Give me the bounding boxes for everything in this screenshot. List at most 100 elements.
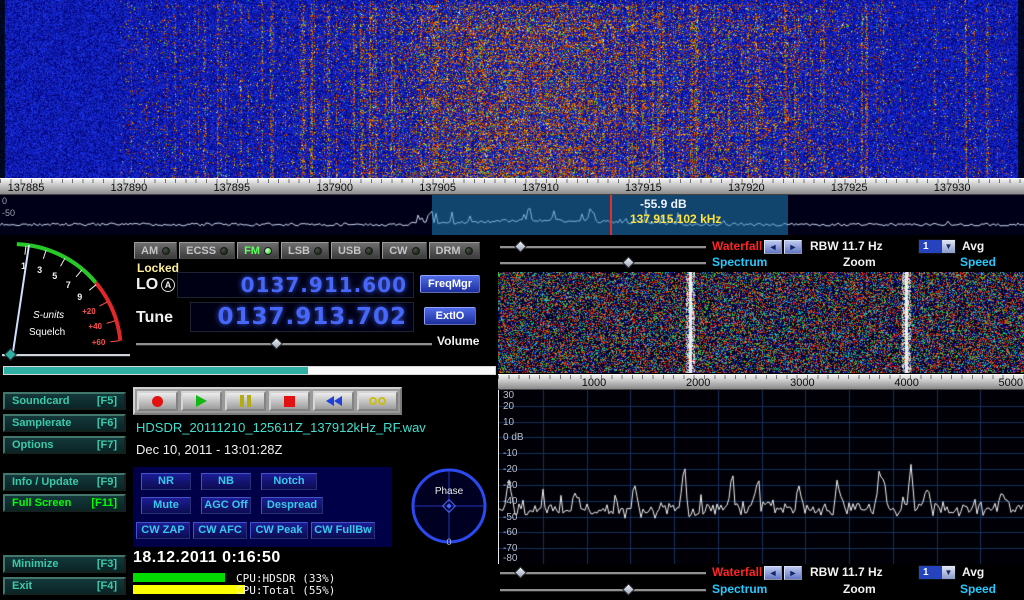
mode-button-lsb[interactable]: LSB	[281, 242, 329, 259]
mode-selector: AM ECSS FM LSB USB CW DRM	[134, 242, 480, 259]
mode-button-usb[interactable]: USB	[331, 242, 380, 259]
avg-select-bottom[interactable]: 1 ▼	[918, 565, 956, 580]
playback-progress-bar[interactable]	[3, 366, 496, 375]
freqmgr-button[interactable]: FreqMgr	[420, 275, 480, 293]
nb-button[interactable]: NB	[201, 473, 251, 490]
mute-button[interactable]: Mute	[141, 497, 191, 514]
notch-button[interactable]: Notch	[261, 473, 317, 490]
fullscreen-button[interactable]: Full Screen[F11]	[3, 494, 126, 512]
lock-badge[interactable]: A	[161, 278, 175, 292]
pan-right-button-top[interactable]: ►	[784, 240, 802, 254]
info-update-button[interactable]: Info / Update[F9]	[3, 473, 126, 491]
db-tick-label: 30	[503, 390, 514, 401]
mode-button-ecss[interactable]: ECSS	[179, 242, 235, 259]
tune-label: Tune	[136, 309, 173, 327]
pan-left-button-bottom[interactable]: ◄	[764, 566, 782, 580]
spectrum-label-top[interactable]: Spectrum	[712, 255, 767, 269]
spectrum-label-bottom[interactable]: Spectrum	[712, 582, 767, 596]
cw-peak-button[interactable]: CW Peak	[250, 522, 308, 539]
mode-label: USB	[338, 245, 361, 257]
tune-cursor-line[interactable]	[610, 195, 612, 235]
spectrum-zoom-slider-top[interactable]	[500, 257, 706, 268]
waterfall-label-top[interactable]: Waterfall	[712, 239, 762, 253]
options-button[interactable]: Options[F7]	[3, 436, 126, 454]
extio-button[interactable]: ExtIO	[424, 307, 476, 325]
waterfall-label-bottom[interactable]: Waterfall	[712, 565, 762, 579]
cw-afc-button[interactable]: CW AFC	[193, 522, 247, 539]
slider-thumb[interactable]	[515, 240, 528, 253]
spectrum-display[interactable]: 3020100 dB-10-20-30-40-50-60-70-80	[498, 390, 1024, 564]
pan-right-button-bottom[interactable]: ►	[784, 566, 802, 580]
freq-tick-label: 137905	[419, 182, 456, 194]
rbw-label-bottom: RBW 11.7 Hz	[810, 565, 883, 579]
despread-button[interactable]: Despread	[261, 497, 323, 514]
loop-icon	[369, 397, 386, 405]
waterfall-brightness-slider-top[interactable]	[500, 241, 706, 252]
mode-label: AM	[141, 245, 158, 257]
main-waterfall-display[interactable]	[0, 0, 1024, 178]
agc-off-button[interactable]: AGC Off	[201, 497, 251, 514]
wav-file-name: HDSDR_20111210_125611Z_137912kHz_RF.wav	[136, 420, 426, 435]
volume-slider-thumb[interactable]	[270, 337, 283, 350]
mode-label: CW	[389, 245, 407, 257]
spectrum-zoom-slider-bottom[interactable]	[500, 584, 706, 595]
samplerate-key: [F6]	[97, 417, 117, 429]
squelch-slider-thumb[interactable]	[4, 348, 17, 361]
avg-select-top[interactable]: 1 ▼	[918, 239, 956, 254]
cpu-hdsdr-bar	[133, 573, 225, 582]
avg-select-value: 1	[919, 240, 941, 253]
mode-button-drm[interactable]: DRM	[429, 242, 480, 259]
zoom-label-bottom: Zoom	[843, 582, 876, 596]
lo-frequency-display[interactable]: 0137.911.600	[177, 272, 414, 298]
play-button[interactable]	[181, 391, 222, 411]
minimize-button[interactable]: Minimize[F3]	[3, 555, 126, 573]
mode-led-icon	[412, 247, 420, 255]
pause-button[interactable]	[225, 391, 266, 411]
exit-button[interactable]: Exit [F4]	[3, 577, 126, 595]
volume-slider-track	[136, 343, 432, 345]
speed-label-bottom: Speed	[960, 582, 996, 596]
zoom-frequency-ruler[interactable]: 10002000300040005000	[498, 374, 1024, 390]
slider-thumb[interactable]	[622, 583, 635, 596]
soundcard-button[interactable]: Soundcard[F5]	[3, 392, 126, 410]
zoom-waterfall-display[interactable]	[498, 272, 1024, 373]
exit-key: [F4]	[97, 580, 117, 592]
caret-down-icon[interactable]: ▼	[941, 566, 955, 579]
samplerate-button[interactable]: Samplerate[F6]	[3, 414, 126, 432]
phase-label: Phase	[435, 486, 464, 497]
rewind-button[interactable]	[313, 391, 354, 411]
db-tick-label: 0 dB	[503, 432, 524, 443]
waterfall-brightness-slider-bottom[interactable]	[500, 567, 706, 578]
slider-thumb[interactable]	[622, 256, 635, 269]
exit-label: Exit	[12, 580, 32, 592]
s-units-label: S-units	[33, 310, 64, 321]
slider-thumb[interactable]	[515, 566, 528, 579]
stop-button[interactable]	[269, 391, 310, 411]
overview-spectrum[interactable]: 0 -50 -55.9 dB 137.915.102 kHz	[0, 195, 1024, 235]
volume-slider[interactable]	[136, 338, 432, 349]
pan-left-button-top[interactable]: ◄	[764, 240, 782, 254]
fullscreen-key: [F11]	[91, 497, 117, 509]
tune-frequency-display[interactable]: 0137.913.702	[190, 302, 414, 332]
db-tick-label: 20	[503, 401, 514, 412]
avg-select-value: 1	[919, 566, 941, 579]
nr-button[interactable]: NR	[141, 473, 191, 490]
db-tick-label: -80	[503, 553, 517, 564]
mode-button-am[interactable]: AM	[134, 242, 177, 259]
mode-button-cw[interactable]: CW	[382, 242, 426, 259]
avg-label-bottom: Avg	[962, 565, 984, 579]
s-meter-tick-7: 7	[66, 280, 71, 290]
cw-zap-button[interactable]: CW ZAP	[136, 522, 190, 539]
mode-led-icon	[314, 247, 322, 255]
frequency-ruler[interactable]: 1378851378901378951379001379051379101379…	[0, 178, 1024, 195]
cw-fullbw-button[interactable]: CW FullBw	[311, 522, 375, 539]
caret-down-icon[interactable]: ▼	[941, 240, 955, 253]
loop-button[interactable]	[357, 391, 398, 411]
options-key: [F7]	[97, 439, 117, 451]
db-tick-label: -50	[503, 512, 517, 523]
record-button[interactable]	[137, 391, 178, 411]
mode-button-fm[interactable]: FM	[237, 242, 279, 259]
squelch-slider-track	[2, 354, 130, 356]
mode-led-icon	[220, 247, 228, 255]
squelch-slider[interactable]	[2, 349, 130, 360]
